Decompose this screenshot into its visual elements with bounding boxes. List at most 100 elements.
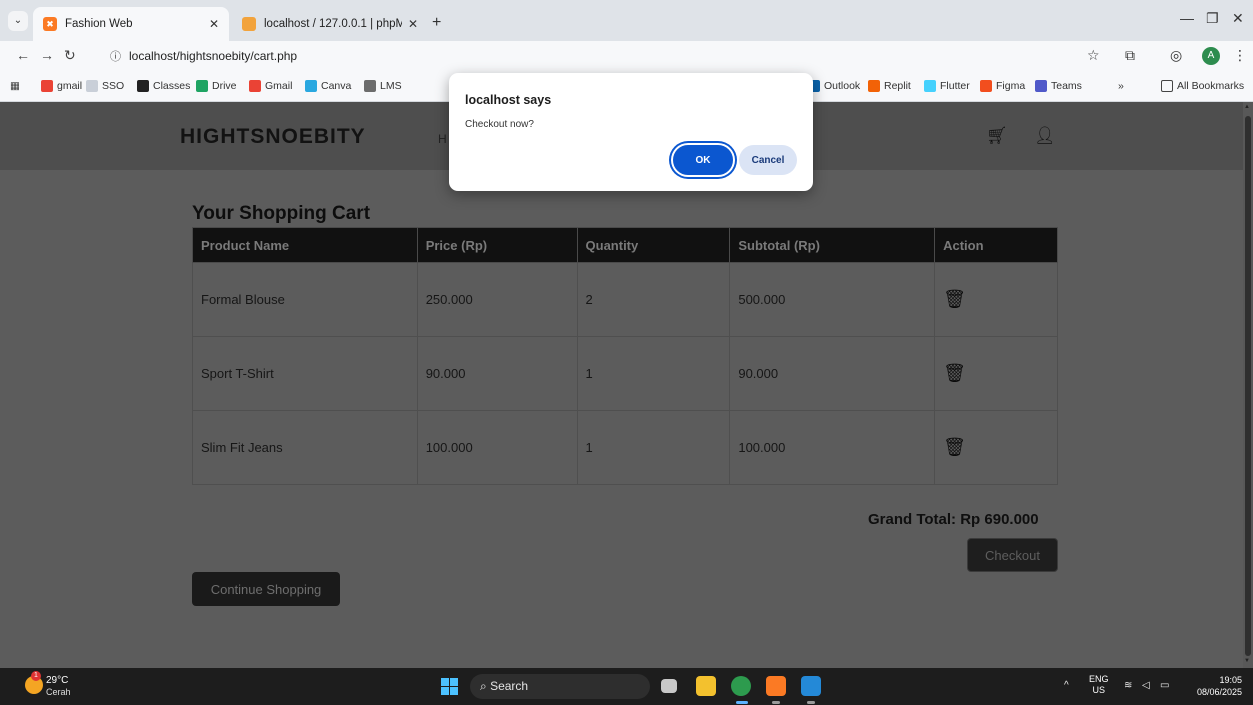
system-clock[interactable]: 19:05 08/06/2025: [1187, 674, 1242, 698]
bookmark-outlook[interactable]: Outlook: [808, 80, 860, 92]
taskbar-search-label: Search: [490, 679, 529, 693]
bookmark-flutter[interactable]: Flutter: [924, 80, 970, 92]
flutter-icon: [924, 80, 936, 92]
trash-icon[interactable]: 🗑︎: [943, 437, 966, 457]
browser-tab-bar: ⌄ ✖ Fashion Web ✕ localhost / 127.0.0.1 …: [0, 0, 1253, 41]
task-view-icon[interactable]: [661, 679, 677, 693]
scrollbar-thumb[interactable]: [1245, 116, 1251, 656]
bookmark-gmail[interactable]: gmail: [41, 80, 82, 92]
continue-shopping-button[interactable]: Continue Shopping: [192, 572, 340, 606]
bookmark-lms[interactable]: LMS: [364, 80, 402, 92]
weather-temperature[interactable]: 29°C: [46, 675, 68, 686]
close-window-icon[interactable]: ✕: [1232, 10, 1244, 27]
close-tab-icon[interactable]: ✕: [408, 17, 418, 31]
column-header: Quantity: [576, 227, 731, 263]
windows-start-icon[interactable]: [441, 678, 458, 695]
price: 250.000: [416, 262, 578, 337]
wifi-icon[interactable]: ≋: [1124, 680, 1132, 691]
xampp-icon[interactable]: [766, 676, 786, 696]
site-info-icon[interactable]: ⓘ: [110, 51, 121, 63]
apps-grid-icon[interactable]: ▦: [10, 80, 20, 92]
sso-icon: [86, 80, 98, 92]
close-tab-icon[interactable]: ✕: [209, 17, 219, 31]
drive-icon: [196, 80, 208, 92]
chrome-icon[interactable]: [731, 676, 751, 696]
checkout-button[interactable]: Checkout: [967, 538, 1058, 572]
minimize-icon[interactable]: —: [1180, 10, 1194, 26]
cart-table: Product Name Price (Rp) Quantity Subtota…: [192, 227, 1058, 485]
back-arrow-icon[interactable]: ←: [16, 47, 30, 63]
taskbar-search[interactable]: ⌕ Search: [470, 674, 650, 699]
product-name: Slim Fit Jeans: [192, 410, 418, 485]
column-header: Price (Rp): [416, 227, 578, 263]
bookmark-gmail-2[interactable]: Gmail: [249, 80, 292, 92]
cancel-button[interactable]: Cancel: [739, 145, 797, 175]
column-header: Product Name: [192, 227, 418, 263]
language-indicator[interactable]: ENG US: [1089, 674, 1109, 696]
subtotal: 90.000: [729, 336, 936, 411]
sync-icon[interactable]: ◎: [1170, 47, 1182, 64]
url-text: localhost/hightsnoebity/cart.php: [129, 49, 298, 63]
forward-arrow-icon[interactable]: →: [40, 47, 54, 63]
all-bookmarks-folder[interactable]: All Bookmarks: [1161, 80, 1244, 92]
tab-search-chevron-icon[interactable]: ⌄: [8, 11, 28, 31]
tab-title: localhost / 127.0.0.1 | phpMyAd: [264, 18, 402, 30]
price: 100.000: [416, 410, 578, 485]
chrome-active-indicator: [736, 701, 748, 704]
table-row: Formal Blouse 250.000 2 500.000 🗑︎: [192, 262, 1058, 337]
menu-kebab-icon[interactable]: ⋮: [1233, 47, 1247, 64]
trash-icon[interactable]: 🗑︎: [943, 289, 966, 309]
battery-icon[interactable]: ▭: [1160, 680, 1169, 691]
nav-home-link[interactable]: H: [438, 132, 447, 146]
bookmark-sso[interactable]: SSO: [86, 80, 124, 92]
action-cell: 🗑︎: [934, 336, 1058, 411]
tray-chevron-icon[interactable]: ^: [1064, 680, 1069, 691]
dialog-message: Checkout now?: [465, 119, 534, 130]
profile-avatar[interactable]: A: [1202, 47, 1220, 65]
address-bar-row: ← → ↻ ⓘ localhost/hightsnoebity/cart.php …: [0, 41, 1253, 72]
url-input[interactable]: ⓘ localhost/hightsnoebity/cart.php: [100, 45, 1115, 68]
subtotal: 100.000: [729, 410, 936, 485]
trash-icon[interactable]: 🗑︎: [943, 363, 966, 383]
figma-icon: [980, 80, 992, 92]
file-explorer-icon[interactable]: [696, 676, 716, 696]
subtotal: 500.000: [729, 262, 936, 337]
quantity: 1: [576, 336, 731, 411]
folder-icon: [1161, 80, 1173, 92]
more-bookmarks-button[interactable]: »: [1118, 80, 1124, 92]
page-scrollbar[interactable]: ▲ ▼: [1243, 102, 1253, 668]
weather-badge: 1: [31, 671, 41, 681]
tab-phpmyadmin[interactable]: localhost / 127.0.0.1 | phpMyAd ✕: [232, 7, 428, 41]
bookmark-replit[interactable]: Replit: [868, 80, 911, 92]
scroll-up-icon[interactable]: ▲: [1244, 104, 1250, 110]
replit-icon: [868, 80, 880, 92]
teams-icon: [1035, 80, 1047, 92]
vscode-running-indicator: [807, 701, 815, 704]
price: 90.000: [416, 336, 578, 411]
bookmark-figma[interactable]: Figma: [980, 80, 1025, 92]
table-row: Sport T-Shirt 90.000 1 90.000 🗑︎: [192, 336, 1058, 411]
bookmark-drive[interactable]: Drive: [196, 80, 237, 92]
column-header: Action: [934, 227, 1058, 263]
reload-icon[interactable]: ↻: [64, 47, 76, 64]
bookmark-canva[interactable]: Canva: [305, 80, 351, 92]
action-cell: 🗑︎: [934, 262, 1058, 337]
cart-icon[interactable]: 🛒︎: [986, 126, 1008, 146]
new-tab-button[interactable]: +: [432, 14, 441, 32]
taskbar: 1 29°C Cerah ⌕ Search ^ ENG US ≋ ◁ ▭ 19:0…: [0, 668, 1253, 705]
extensions-icon[interactable]: ⧉: [1125, 47, 1135, 64]
volume-icon[interactable]: ◁: [1142, 680, 1150, 691]
bookmark-star-icon[interactable]: ☆: [1087, 47, 1100, 64]
column-header: Subtotal (Rp): [729, 227, 936, 263]
scroll-down-icon[interactable]: ▼: [1244, 658, 1250, 664]
bookmark-teams[interactable]: Teams: [1035, 80, 1082, 92]
vscode-icon[interactable]: [801, 676, 821, 696]
user-icon[interactable]: 👤︎: [1034, 126, 1056, 146]
site-logo[interactable]: HIGHTSNOEBITY: [180, 125, 366, 149]
restore-icon[interactable]: ❐: [1206, 10, 1219, 27]
tab-fashion-web[interactable]: ✖ Fashion Web ✕: [33, 7, 229, 41]
ok-button[interactable]: OK: [673, 145, 733, 175]
tab-title: Fashion Web: [65, 18, 133, 30]
product-name: Sport T-Shirt: [192, 336, 418, 411]
bookmark-classes[interactable]: Classes: [137, 80, 190, 92]
